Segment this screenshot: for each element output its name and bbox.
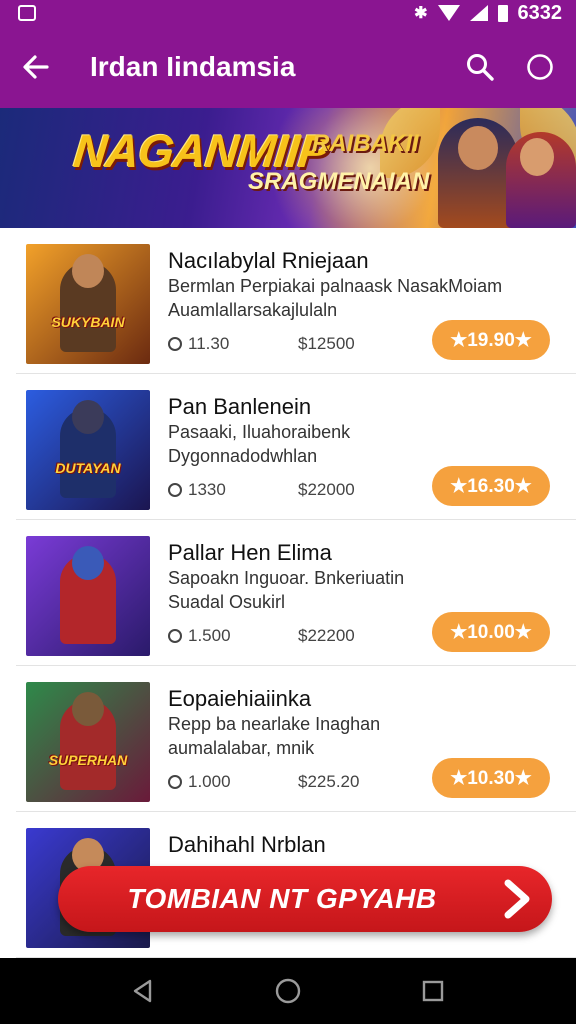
status-time: 6332 — [517, 1, 563, 24]
price-button[interactable]: ★10.30★ — [432, 758, 550, 798]
list-item[interactable]: DUTAYAN Pan Banlenein Pasaaki, Iluahorai… — [16, 374, 576, 520]
item-title: Pan Banlenein — [168, 394, 312, 419]
item-description: aumalalabar, mnik — [168, 738, 315, 758]
status-bar: ✱ 6332 — [0, 0, 576, 26]
game-thumbnail: SUPERHAN — [26, 682, 150, 802]
player-count: 1.000 — [188, 772, 231, 791]
thumb-head — [72, 254, 104, 288]
hero-head — [458, 126, 498, 170]
signal-icon — [469, 5, 488, 21]
item-stats: 1330 $22000 — [168, 480, 355, 500]
nav-home-button[interactable] — [258, 961, 318, 1021]
item-description: Suadal Osukirl — [168, 592, 286, 612]
more-button[interactable] — [510, 37, 570, 97]
list-item[interactable]: SUKYBAIN Nacılabylal Rniejaan Bermlan Pe… — [16, 228, 576, 374]
page-title: Irdan Iindamsia — [90, 51, 296, 82]
item-title: Eopaiehiaiinka — [168, 686, 312, 711]
thumb-head — [72, 400, 104, 434]
recents-square-icon — [423, 980, 444, 1002]
home-circle-icon — [275, 978, 301, 1004]
nav-recents-button[interactable] — [403, 961, 463, 1021]
cta-label: TOMBIAN NT GPYAHB — [127, 883, 437, 914]
app-bar: Irdan Iindamsia — [0, 26, 576, 108]
game-thumbnail — [26, 536, 150, 656]
players-icon — [168, 629, 182, 643]
player-count: 1330 — [188, 480, 226, 499]
back-button[interactable] — [0, 26, 72, 108]
banner-subtitle: RAIBAKII — [312, 130, 419, 157]
price-button[interactable]: ★19.90★ — [432, 320, 550, 360]
prize-amount: $22200 — [298, 626, 355, 645]
item-description: Auamlallarsakajlulaln — [168, 300, 338, 320]
search-button[interactable] — [450, 37, 510, 97]
player-count: 1.500 — [188, 626, 231, 645]
thumb-head — [72, 692, 104, 726]
search-icon — [467, 54, 494, 81]
item-description: Sapoakn Inguoar. Bnkeriuatin — [168, 568, 405, 588]
item-description: Bermlan Perpiakai palnaask NasakMoiam — [168, 276, 503, 296]
notification-icon: ✱ — [414, 5, 428, 22]
game-list: SUKYBAIN Nacılabylal Rniejaan Bermlan Pe… — [16, 228, 576, 958]
banner-subtitle: SRAGMENAIAN — [248, 168, 430, 195]
thumb-logo: DUTAYAN — [55, 460, 121, 476]
item-title: Pallar Hen Elima — [168, 540, 332, 565]
list-item[interactable]: Pallar Hen Elima Sapoakn Inguoar. Bnkeri… — [16, 520, 576, 666]
thumb-logo: SUKYBAIN — [51, 314, 125, 330]
nav-back-button[interactable] — [113, 961, 173, 1021]
item-description: Repp ba nearlake Inaghan — [168, 714, 381, 734]
battery-icon — [497, 4, 508, 22]
players-icon — [168, 483, 182, 497]
system-nav-bar — [0, 958, 576, 1024]
game-thumbnail: SUKYBAIN — [26, 244, 150, 364]
game-thumbnail: DUTAYAN — [26, 390, 150, 510]
status-icons: ✱ 6332 — [414, 2, 562, 25]
item-title: Nacılabylal Rniejaan — [168, 248, 369, 273]
promo-banner[interactable]: NAGANMIIP RAIBAKII SRAGMENAIAN — [0, 108, 576, 228]
item-description: Dygonnadodwhlan — [168, 446, 318, 466]
item-description: Pasaaki, Iluahoraibenk — [168, 422, 351, 442]
prize-amount: $22000 — [298, 480, 355, 499]
circle-more-icon — [527, 54, 553, 80]
players-icon — [168, 775, 182, 789]
hero-head — [520, 138, 554, 176]
item-stats: 11.30 $12500 — [168, 334, 355, 354]
item-stats: 1.500 $22200 — [168, 626, 355, 646]
player-count: 11.30 — [188, 334, 230, 353]
list-item[interactable]: SUPERHAN Eopaiehiaiinka Repp ba nearlake… — [16, 666, 576, 812]
price-button[interactable]: ★16.30★ — [432, 466, 550, 506]
wifi-icon — [437, 5, 460, 21]
back-triangle-icon — [133, 979, 151, 1003]
prize-amount: $12500 — [298, 334, 355, 353]
item-title: Dahihahl Nrblan — [168, 832, 326, 857]
cta-button[interactable]: TOMBIAN NT GPYAHB — [58, 866, 552, 932]
price-button[interactable]: ★10.00★ — [432, 612, 550, 652]
chevron-right-icon — [482, 879, 552, 919]
item-stats: 1.000 $225.20 — [168, 772, 359, 792]
players-icon — [168, 337, 182, 351]
thumb-logo: SUPERHAN — [48, 752, 128, 768]
photo-icon — [18, 5, 36, 21]
back-arrow-icon — [23, 55, 49, 79]
prize-amount: $225.20 — [298, 772, 360, 791]
thumb-head — [72, 546, 104, 580]
